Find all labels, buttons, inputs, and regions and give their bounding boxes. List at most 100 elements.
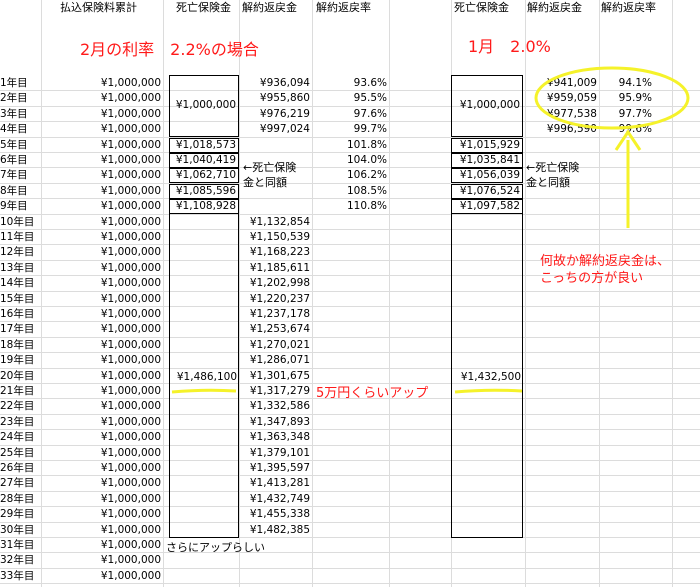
paid-cell: ¥1,000,000 [100,554,161,567]
paid-cell: ¥1,000,000 [100,431,161,444]
year-label: 24年目 [0,431,35,444]
death-step-jan: ¥1,097,582 [459,200,520,213]
spreadsheet: 払込保険料累計 死亡保険金 解約返戻金 解約返戻率 死亡保険金 解約返戻金 解約… [0,0,700,587]
year-label: 22年目 [0,400,35,413]
refund-feb-cell: ¥1,237,178 [249,308,310,320]
header-rate-jan: 解約返戻率 [601,1,656,14]
year-label: 28年目 [0,492,35,505]
paid-cell: ¥1,000,000 [100,200,161,213]
refund-feb-cell: ¥1,432,749 [249,492,310,505]
year-label: 10年目 [0,215,35,228]
rate-feb-cell: 93.6% [353,77,387,89]
year-label: 1年目 [0,77,28,89]
death-step-feb: ¥1,040,419 [175,154,236,166]
paid-cell: ¥1,000,000 [100,246,161,259]
header-death-jan: 死亡保険金 [454,1,509,14]
note-up50k: 5万円くらいアップ [316,386,429,401]
year-label: 17年目 [0,323,35,336]
note-why: 何故か解約返戻金は、 こっちの方が良い [540,254,671,286]
refund-feb-cell: ¥1,168,223 [249,246,310,259]
refund-feb-cell: ¥1,286,071 [249,354,310,367]
paid-cell: ¥1,000,000 [100,308,161,320]
rate-jan-cell: 99.6% [618,123,652,136]
refund-feb-cell: ¥1,363,348 [249,431,310,444]
paid-cell: ¥1,000,000 [100,369,161,382]
year-label: 29年目 [0,508,35,521]
header-paid: 払込保険料累計 [60,1,137,14]
year-label: 25年目 [0,446,35,459]
refund-feb-cell: ¥1,395,597 [249,462,310,474]
refund-jan-cell: ¥996,590 [546,123,597,136]
refund-feb-cell: ¥1,317,279 [249,385,310,397]
header-rate-feb: 解約返戻率 [316,1,371,14]
paid-cell: ¥1,000,000 [100,539,161,551]
refund-feb-cell: ¥1,413,281 [249,477,310,490]
paid-cell: ¥1,000,000 [100,184,161,197]
rate-feb-cell: 104.0% [346,154,387,166]
paid-cell: ¥1,000,000 [100,569,161,582]
paid-cell: ¥1,000,000 [100,169,161,182]
grid-line [163,0,164,587]
refund-feb-cell: ¥936,094 [259,77,310,89]
year-label: 33年目 [0,569,35,582]
year-label: 21年目 [0,385,35,397]
header-refund-jan: 解約返戻金 [527,1,582,14]
year-label: 9年目 [0,200,28,213]
rate-feb-cell: 97.6% [353,107,387,120]
paid-cell: ¥1,000,000 [100,107,161,120]
refund-jan-cell: ¥959,059 [546,92,597,105]
year-label: 3年目 [0,107,28,120]
death-step-jan: ¥1,015,929 [459,138,520,151]
year-label: 12年目 [0,246,35,259]
refund-feb-cell: ¥1,253,674 [249,323,310,336]
refund-feb-cell: ¥976,219 [259,107,310,120]
paid-cell: ¥1,000,000 [100,508,161,521]
refund-feb-cell: ¥1,332,586 [249,400,310,413]
year-label: 15年目 [0,292,35,305]
rate-feb-cell: 110.8% [346,200,387,213]
rate-feb-cell: 99.7% [353,123,387,136]
paid-cell: ¥1,000,000 [100,523,161,536]
rate-jan-cell: 97.7% [618,107,652,120]
refund-feb-cell: ¥1,301,675 [249,369,310,382]
paid-cell: ¥1,000,000 [100,123,161,136]
note-same-jan: ←死亡保険 金と同額 [526,161,580,189]
year-label: 16年目 [0,308,35,320]
paid-cell: ¥1,000,000 [100,231,161,243]
rate-feb-cell: 106.2% [346,169,387,182]
death-feb-group3: ¥1,486,100 [176,371,237,383]
year-label: 32年目 [0,554,35,567]
refund-feb-cell: ¥997,024 [259,123,310,136]
death-step-feb: ¥1,018,573 [175,138,236,151]
rate-feb-cell: 101.8% [346,138,387,151]
refund-feb-cell: ¥1,150,539 [249,231,310,243]
year-label: 31年目 [0,539,35,551]
paid-cell: ¥1,000,000 [100,323,161,336]
year-label: 13年目 [0,261,35,274]
paid-cell: ¥1,000,000 [100,415,161,428]
year-label: 23年目 [0,415,35,428]
paid-cell: ¥1,000,000 [100,477,161,490]
rate-jan-cell: 94.1% [618,77,652,89]
paid-cell: ¥1,000,000 [100,261,161,274]
year-label: 19年目 [0,354,35,367]
note-same-feb: ←死亡保険 金と同額 [243,161,297,189]
year-label: 8年目 [0,184,28,197]
rate-feb-cell: 108.5% [346,184,387,197]
year-label: 30年目 [0,523,35,536]
year-label: 20年目 [0,369,35,382]
grid-line [672,0,673,587]
grid-line [389,0,390,587]
paid-cell: ¥1,000,000 [100,446,161,459]
death-step-jan: ¥1,076,524 [459,184,520,197]
year-label: 7年目 [0,169,28,182]
paid-cell: ¥1,000,000 [100,338,161,351]
paid-cell: ¥1,000,000 [100,354,161,367]
header-refund-feb: 解約返戻金 [242,1,297,14]
death-step-feb: ¥1,062,710 [175,169,236,182]
paid-cell: ¥1,000,000 [100,492,161,505]
year-label: 27年目 [0,477,35,490]
refund-jan-cell: ¥977,538 [546,107,597,120]
paid-cell: ¥1,000,000 [100,277,161,290]
rate-jan-cell: 95.9% [618,92,652,105]
